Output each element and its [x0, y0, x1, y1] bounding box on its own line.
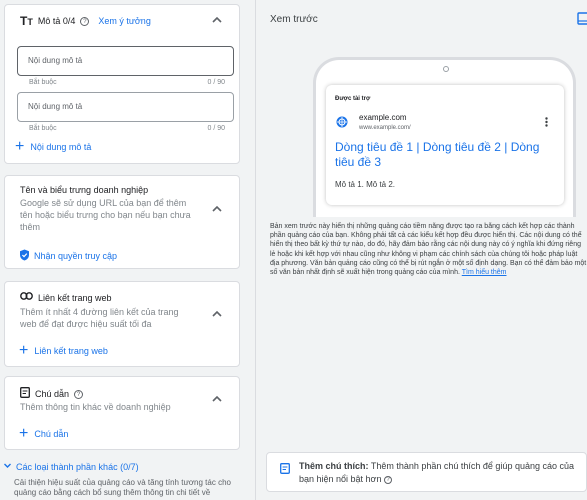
text-format-icon: TT: [20, 14, 33, 28]
add-sitelink-button[interactable]: + Liên kết trang web: [19, 342, 108, 359]
add-callout-label: Chú dẫn: [34, 429, 69, 439]
chevron-down-icon: [3, 461, 12, 473]
char-count: 0 / 90: [207, 79, 225, 86]
description-field-2[interactable]: Nội dung mô tả: [17, 92, 234, 122]
help-icon[interactable]: ?: [80, 16, 90, 26]
ad-headline[interactable]: Dòng tiêu đề 1 | Dòng tiêu đề 2 | Dòng t…: [335, 140, 550, 170]
camera-icon: [443, 66, 449, 72]
sitelink-desc: Thêm ít nhất 4 đường liên kết của trang …: [20, 307, 179, 329]
get-access-button[interactable]: Nhận quyền truy cập: [19, 249, 117, 263]
add-sitelink-label: Liên kết trang web: [34, 346, 108, 356]
required-label: Bắt buộc: [29, 125, 57, 132]
sponsored-label: Được tài trợ: [335, 96, 371, 102]
description-field-1[interactable]: Nội dung mô tả: [17, 46, 234, 76]
char-count: 0 / 90: [207, 125, 225, 132]
plus-icon: +: [19, 425, 29, 442]
callout-tip-icon: [280, 463, 290, 477]
add-callout-button[interactable]: + Chú dẫn: [19, 425, 69, 442]
collapse-icon[interactable]: [211, 14, 223, 26]
other-assets-desc: Cải thiện hiệu suất của quảng cáo và tăn…: [14, 478, 231, 497]
business-card: Tên và biểu trưng doanh nghiệp Google sẽ…: [4, 175, 240, 269]
plus-icon: +: [15, 138, 25, 155]
collapse-icon[interactable]: [211, 393, 223, 405]
description-helper-1: Bắt buộc 0 / 90: [29, 79, 225, 86]
sitelink-card: Liên kết trang web Thêm ít nhất 4 đường …: [4, 281, 240, 367]
link-icon: [20, 292, 33, 303]
note-icon: [20, 387, 30, 401]
sitelink-header: Liên kết trang web: [20, 292, 112, 303]
add-description-label: Nội dung mô tả: [30, 142, 92, 152]
ad-preview: Được tài trợ example.com www.example.com…: [326, 85, 564, 205]
help-icon[interactable]: ?: [383, 475, 392, 484]
business-desc: Google sẽ sử dụng URL của bạn để thêm tê…: [20, 198, 191, 232]
collapse-icon[interactable]: [211, 203, 223, 215]
preview-disclaimer: Bản xem trước này hiển thị những quảng c…: [270, 222, 587, 284]
see-ideas-link[interactable]: Xem ý tưởng: [98, 16, 150, 26]
disclaimer-text: Bản xem trước này hiển thị những quảng c…: [270, 223, 587, 277]
learn-more-link[interactable]: Tìm hiểu thêm: [462, 269, 507, 276]
description-title: Mô tả 0/4: [37, 16, 76, 26]
other-assets-toggle[interactable]: Các loại thành phần khác (0/7): [3, 461, 139, 473]
site-url: www.example.com/: [359, 125, 411, 131]
required-label: Bắt buộc: [29, 79, 57, 86]
description-card: TT Mô tả 0/4 ? Xem ý tưởng Nội dung mô t…: [4, 4, 240, 164]
device-toggle-icon[interactable]: [577, 12, 587, 28]
plus-icon: +: [19, 342, 29, 359]
help-icon[interactable]: ?: [74, 389, 84, 399]
callout-title: Chú dẫn: [35, 389, 70, 399]
callout-header: Chú dẫn ?: [20, 387, 84, 401]
globe-icon: [336, 116, 348, 131]
callout-tip-text: Thêm chú thích: Thêm thành phần chú thíc…: [299, 460, 584, 486]
sitelink-title: Liên kết trang web: [38, 292, 112, 303]
editor-panel: TT Mô tả 0/4 ? Xem ý tưởng Nội dung mô t…: [0, 0, 247, 500]
collapse-icon[interactable]: [211, 308, 223, 320]
ad-description: Mô tả 1. Mô tả 2.: [335, 180, 396, 189]
description-helper-2: Bắt buộc 0 / 90: [29, 125, 225, 132]
preview-title: Xem trước: [270, 14, 318, 25]
callout-card: Chú dẫn ? Thêm thông tin khác về doanh n…: [4, 376, 240, 450]
other-assets-title: Các loại thành phần khác (0/7): [16, 462, 139, 472]
shield-icon: [19, 249, 30, 263]
add-description-button[interactable]: + Nội dung mô tả: [15, 138, 92, 155]
more-vert-icon[interactable]: [545, 117, 548, 130]
business-title: Tên và biểu trưng doanh nghiệp: [20, 185, 149, 195]
get-access-label: Nhận quyền truy cập: [34, 251, 118, 261]
site-name: example.com: [359, 113, 407, 122]
description-header: TT Mô tả 0/4 ? Xem ý tưởng: [20, 14, 151, 28]
callout-tip-card: Thêm chú thích: Thêm thành phần chú thíc…: [266, 452, 587, 492]
callout-tip-bold: Thêm chú thích:: [299, 461, 369, 471]
callout-desc: Thêm thông tin khác về doanh nghiệp: [20, 402, 171, 412]
